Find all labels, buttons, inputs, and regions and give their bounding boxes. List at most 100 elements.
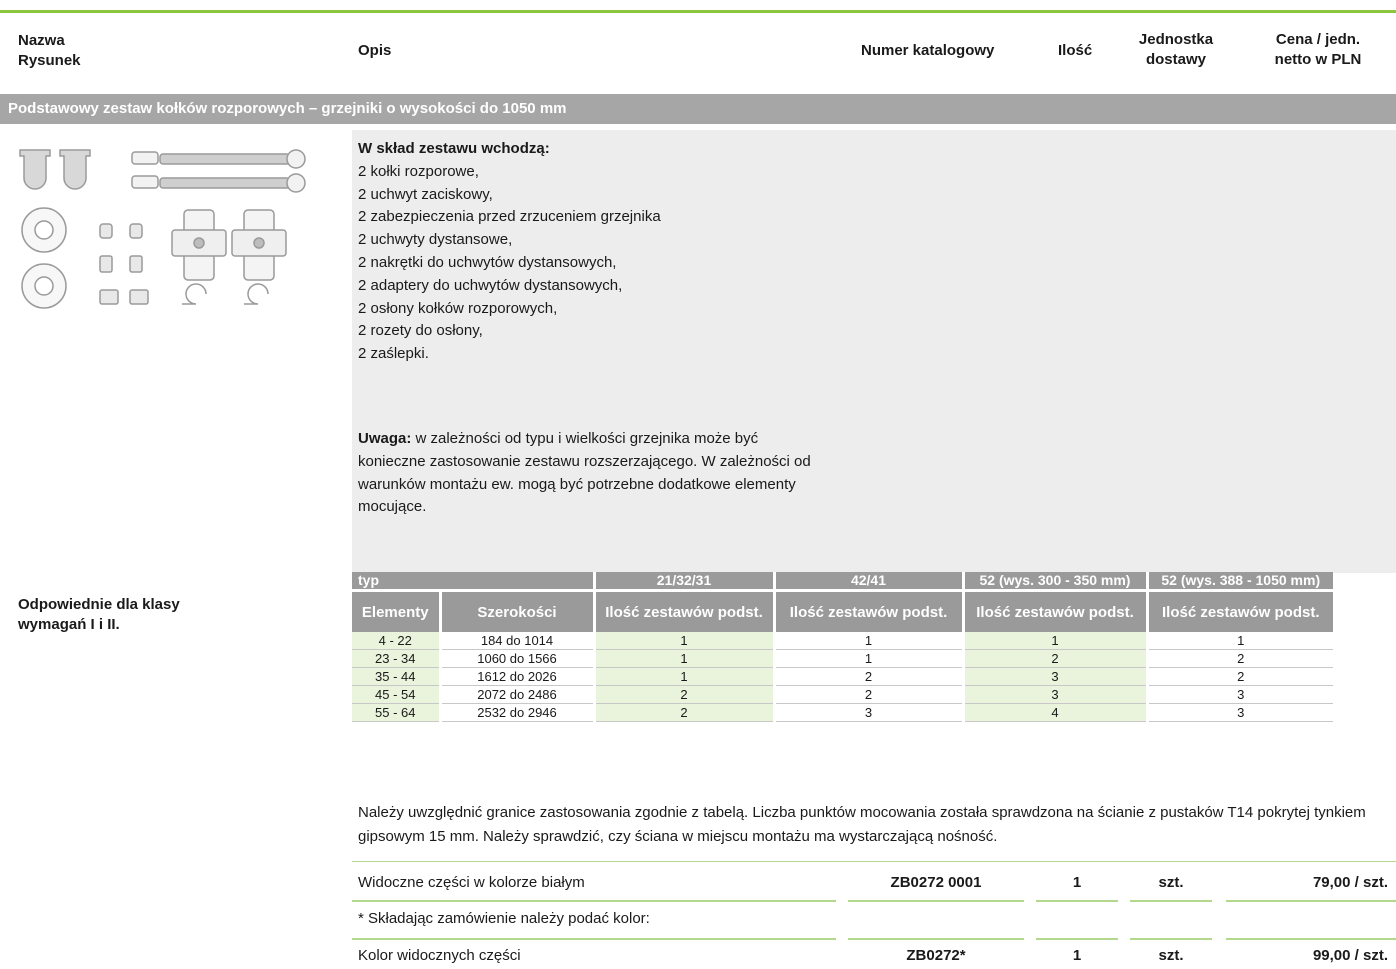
- cell-value: 3: [1145, 703, 1333, 722]
- col-elements: Elementy: [352, 589, 440, 632]
- cell-value: 2: [772, 685, 963, 704]
- kit-item: 2 rozety do osłony,: [358, 322, 483, 340]
- kit-item: 2 adaptery do uchwytów dystansowych,: [358, 276, 623, 294]
- cell-value: 2: [1145, 649, 1333, 668]
- table-row: 45 - 54 2072 do 2486 2 2 3 3: [352, 685, 1333, 704]
- application-limits-note: Należy uwzględnić granice zastosowania z…: [358, 804, 1366, 845]
- note: Uwaga: w zależności od typu i wielkości …: [358, 428, 828, 519]
- cell-value: 3: [772, 703, 963, 722]
- col-sets: Ilość zestawów podst.: [961, 589, 1147, 632]
- cell-elements: 4 - 22: [352, 632, 440, 650]
- col-widths: Szerokości: [438, 589, 594, 632]
- cell-value: 1: [961, 632, 1147, 650]
- order-unit: szt.: [1158, 947, 1184, 964]
- top-accent-line: [0, 10, 1396, 13]
- order-price: 99,00 / szt.: [1312, 947, 1388, 964]
- kit-item: 2 osłony kołków rozporowych,: [358, 299, 558, 317]
- cell-value: 2: [772, 667, 963, 686]
- table-row: 35 - 44 1612 do 2026 1 2 3 2: [352, 667, 1333, 686]
- cell-widths: 1060 do 1566: [438, 649, 594, 668]
- header-unit-price-line2: netto w PLN: [1274, 51, 1362, 68]
- type-value: 52 (wys. 388 - 1050 mm): [1145, 572, 1333, 591]
- cell-value: 2: [592, 685, 774, 704]
- order-price: 79,00 / szt.: [1312, 874, 1388, 891]
- col-sets: Ilość zestawów podst.: [592, 589, 774, 632]
- order-qty: 1: [1072, 874, 1082, 891]
- header-name-label: Nazwa: [18, 32, 65, 49]
- product-parts-image: [19, 149, 306, 309]
- kit-contents-heading: W skład zestawu wchodzą:: [358, 140, 550, 157]
- suitability-note: Odpowiednie dla klasy wymagań I i II.: [18, 595, 180, 635]
- cell-value: 2: [592, 703, 774, 722]
- order-divider: [1226, 900, 1396, 902]
- type-label: typ: [352, 572, 594, 591]
- order-catalog: ZB0272*: [906, 947, 966, 964]
- section-title: Podstawowy zestaw kołków rozporowych – g…: [8, 100, 567, 117]
- header-delivery-unit-line2: dostawy: [1145, 51, 1206, 68]
- kit-item: 2 zaślepki.: [358, 345, 429, 363]
- order-divider: [1130, 938, 1212, 940]
- order-unit: szt.: [1158, 874, 1184, 891]
- header-delivery-unit-line1: Jednostka: [1138, 31, 1214, 48]
- header-unit-price: Cena / jedn. netto w PLN: [1248, 30, 1388, 70]
- section-bar: Podstawowy zestaw kołków rozporowych – g…: [0, 94, 1396, 124]
- header-description: Opis: [358, 42, 392, 59]
- type-value: 21/32/31: [592, 572, 774, 591]
- note-text: w zależności od typu i wielkości grzejni…: [358, 430, 811, 516]
- suitability-line1: Odpowiednie dla klasy: [18, 596, 180, 613]
- kit-item: 2 zabezpieczenia przed zrzuceniem grzejn…: [358, 208, 661, 226]
- cell-value: 1: [1145, 632, 1333, 650]
- kit-item: 2 uchwyt zaciskowy,: [358, 185, 493, 203]
- table-row: 55 - 64 2532 do 2946 2 3 4 3: [352, 703, 1333, 722]
- order-divider: [848, 938, 1024, 940]
- cell-widths: 2532 do 2946: [438, 703, 594, 722]
- suitability-line2: wymagań I i II.: [18, 616, 120, 633]
- order-divider: [848, 900, 1024, 902]
- order-divider: [1036, 900, 1118, 902]
- col-sets: Ilość zestawów podst.: [772, 589, 963, 632]
- type-value: 52 (wys. 300 - 350 mm): [961, 572, 1147, 591]
- order-desc: Widoczne części w kolorze białym: [358, 874, 585, 891]
- col-sets: Ilość zestawów podst.: [1145, 589, 1333, 632]
- cell-value: 2: [1145, 667, 1333, 686]
- header-catalog-number: Numer katalogowy: [861, 42, 995, 59]
- cell-value: 2: [961, 649, 1147, 668]
- cell-value: 1: [772, 632, 963, 650]
- cell-widths: 1612 do 2026: [438, 667, 594, 686]
- cell-elements: 55 - 64: [352, 703, 440, 722]
- order-divider: [1036, 938, 1118, 940]
- cell-value: 3: [961, 667, 1147, 686]
- kit-item: 2 kołki rozporowe,: [358, 162, 479, 180]
- kit-item: 2 nakrętki do uchwytów dystansowych,: [358, 253, 617, 271]
- header-unit-price-line1: Cena / jedn.: [1275, 31, 1361, 48]
- note-label: Uwaga:: [358, 430, 412, 447]
- kit-contents: W skład zestawu wchodzą: 2 kołki rozporo…: [358, 138, 661, 366]
- order-divider: [1226, 938, 1396, 940]
- cell-value: 1: [592, 667, 774, 686]
- order-divider: [1130, 900, 1212, 902]
- order-qty: 1: [1072, 947, 1082, 964]
- order-divider: [352, 900, 836, 902]
- cell-elements: 35 - 44: [352, 667, 440, 686]
- cell-value: 1: [772, 649, 963, 668]
- order-catalog: ZB0272 0001: [890, 874, 982, 891]
- cell-value: 3: [1145, 685, 1333, 704]
- cell-value: 3: [961, 685, 1147, 704]
- cell-value: 1: [592, 649, 774, 668]
- order-desc: Kolor widocznych części: [358, 947, 521, 964]
- header-name: Nazwa Rysunek: [18, 31, 81, 71]
- column-header-row: Elementy Szerokości Ilość zestawów podst…: [352, 589, 1333, 632]
- table-row: 4 - 22 184 do 1014 1 1 1 1: [352, 632, 1333, 650]
- order-color-note: * Składając zamówienie należy podać kolo…: [358, 910, 650, 927]
- header-drawing-label: Rysunek: [18, 52, 81, 69]
- cell-elements: 45 - 54: [352, 685, 440, 704]
- cell-widths: 2072 do 2486: [438, 685, 594, 704]
- order-divider: [352, 861, 1396, 862]
- cell-widths: 184 do 1014: [438, 632, 594, 650]
- header-quantity: Ilość: [1058, 42, 1093, 59]
- table-row: 23 - 34 1060 do 1566 1 1 2 2: [352, 649, 1333, 668]
- kit-item: 2 uchwyty dystansowe,: [358, 231, 513, 249]
- cell-value: 4: [961, 703, 1147, 722]
- type-value: 42/41: [772, 572, 963, 591]
- cell-elements: 23 - 34: [352, 649, 440, 668]
